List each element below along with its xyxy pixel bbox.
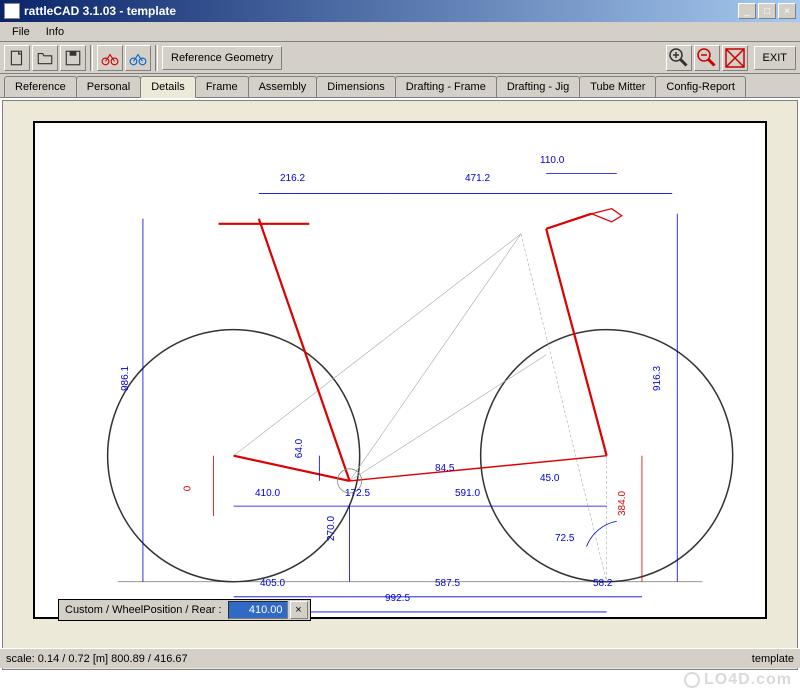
tab-drafting-frame[interactable]: Drafting - Frame (395, 76, 497, 97)
save-icon (64, 49, 82, 67)
dim-left-height[interactable]: 986.1 (120, 366, 131, 391)
bike-alt-icon (129, 49, 147, 67)
workspace: 216.2 471.2 110.0 986.1 916.3 64.0 410.0… (2, 100, 798, 670)
globe-icon (684, 672, 700, 688)
window-titlebar: rattleCAD 3.1.03 - template _ □ × (0, 0, 800, 22)
dim-rear-ground[interactable]: 405.0 (260, 578, 285, 589)
folder-open-icon (36, 49, 54, 67)
dim-stack-right[interactable]: 384.0 (617, 491, 628, 516)
new-file-button[interactable] (4, 45, 30, 71)
zoom-fit-icon (723, 46, 747, 70)
tab-details[interactable]: Details (140, 76, 196, 98)
bike-template-button[interactable] (97, 45, 123, 71)
bike-template2-button[interactable] (125, 45, 151, 71)
dimension-input-popup: Custom / WheelPosition / Rear : × (58, 599, 311, 621)
tab-personal[interactable]: Personal (76, 76, 141, 97)
tab-frame[interactable]: Frame (195, 76, 249, 97)
dim-seat-ext[interactable]: 172.5 (345, 488, 370, 499)
status-scale: scale: 0.14 / 0.72 [m] 800.89 / 416.67 (6, 653, 188, 665)
zoom-out-icon (695, 46, 719, 70)
dimension-input-field[interactable] (228, 601, 288, 619)
close-button[interactable]: × (778, 3, 796, 19)
maximize-button[interactable]: □ (758, 3, 776, 19)
zoom-in-button[interactable] (666, 45, 692, 71)
drawing-canvas[interactable]: 216.2 471.2 110.0 986.1 916.3 64.0 410.0… (35, 123, 765, 617)
zoom-out-button[interactable] (694, 45, 720, 71)
watermark: LO4D.com (684, 671, 792, 689)
drawing-canvas-frame: 216.2 471.2 110.0 986.1 916.3 64.0 410.0… (33, 121, 767, 619)
zoom-fit-button[interactable] (722, 45, 748, 71)
statusbar: scale: 0.14 / 0.72 [m] 800.89 / 416.67 t… (0, 648, 800, 668)
dim-stem[interactable]: 110.0 (540, 155, 564, 166)
menubar: File Info (0, 22, 800, 42)
menu-info[interactable]: Info (38, 24, 72, 40)
dim-right-height[interactable]: 916.3 (652, 366, 663, 391)
tab-dimensions[interactable]: Dimensions (316, 76, 395, 97)
dim-head-angle[interactable]: 72.5 (555, 533, 574, 544)
dimension-input-close[interactable]: × (290, 601, 308, 619)
file-icon (8, 49, 26, 67)
tab-tube-mitter[interactable]: Tube Mitter (579, 76, 656, 97)
toolbar-separator (90, 45, 93, 71)
dim-fork-offset[interactable]: 45.0 (540, 473, 559, 484)
toolbar-separator (155, 45, 158, 71)
dimension-input-label: Custom / WheelPosition / Rear : (59, 604, 228, 616)
dim-rear-axle[interactable]: 0 (182, 486, 193, 492)
tab-reference[interactable]: Reference (4, 76, 77, 97)
save-button[interactable] (60, 45, 86, 71)
open-file-button[interactable] (32, 45, 58, 71)
tab-assembly[interactable]: Assembly (248, 76, 318, 97)
dim-top-right[interactable]: 471.2 (465, 173, 490, 184)
dim-chainstay[interactable]: 410.0 (255, 488, 280, 499)
reference-geometry-button[interactable]: Reference Geometry (162, 46, 282, 70)
dim-bb-ground[interactable]: 270.0 (326, 516, 337, 541)
app-icon (4, 3, 20, 19)
menu-file[interactable]: File (4, 24, 38, 40)
dim-front-ground[interactable]: 587.5 (435, 578, 460, 589)
toolbar: Reference Geometry EXIT (0, 42, 800, 74)
tab-drafting-jig[interactable]: Drafting - Jig (496, 76, 580, 97)
dim-reach[interactable]: 84.5 (435, 463, 454, 474)
tab-config-report[interactable]: Config-Report (655, 76, 745, 97)
bike-icon (101, 49, 119, 67)
dim-bb-drop[interactable]: 64.0 (294, 439, 305, 458)
dim-trail[interactable]: 58.2 (593, 578, 612, 589)
zoom-in-icon (667, 46, 691, 70)
minimize-button[interactable]: _ (738, 3, 756, 19)
window-title: rattleCAD 3.1.03 - template (24, 4, 738, 18)
dim-wheelbase[interactable]: 992.5 (385, 593, 410, 604)
dim-front-center[interactable]: 591.0 (455, 488, 480, 499)
tabbar: Reference Personal Details Frame Assembl… (0, 74, 800, 98)
exit-button[interactable]: EXIT (754, 46, 796, 70)
status-template: template (752, 653, 794, 665)
dim-top-left[interactable]: 216.2 (280, 173, 305, 184)
